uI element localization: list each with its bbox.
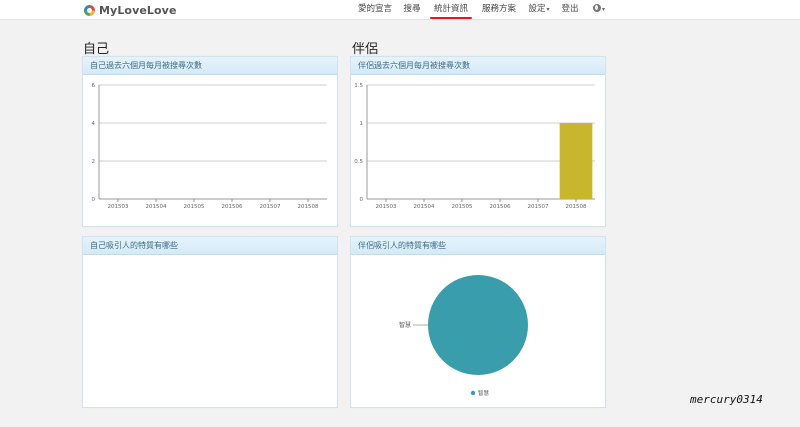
x-tick-label: 201507 bbox=[528, 204, 549, 210]
self-traits-panel: 自己吸引人的特質有哪些 bbox=[82, 236, 338, 408]
y-tick-label: 0.5 bbox=[354, 159, 363, 165]
brand-name: MyLoveLove bbox=[99, 3, 177, 17]
y-tick-label: 1.5 bbox=[354, 83, 363, 89]
nav-item-declaration[interactable]: 愛的宣言 bbox=[355, 0, 395, 20]
x-tick-label: 201504 bbox=[414, 204, 435, 210]
nav-item-settings[interactable]: 設定▾ bbox=[526, 0, 552, 20]
y-tick-label: 4 bbox=[92, 121, 96, 127]
brand-logo-icon bbox=[84, 4, 95, 16]
partner-traits-panel: 伴侶吸引人的特質有哪些 智慧 智慧 bbox=[350, 236, 606, 408]
y-tick-label: 1 bbox=[360, 121, 364, 127]
x-tick-label: 201506 bbox=[222, 204, 243, 210]
x-tick-label: 201505 bbox=[452, 204, 473, 210]
panel-title: 自己吸引人的特質有哪些 bbox=[83, 237, 337, 255]
x-tick-label: 201503 bbox=[376, 204, 397, 210]
nav-item-label: 服務方案 bbox=[481, 4, 516, 14]
nav-item-plans[interactable]: 服務方案 bbox=[478, 0, 520, 20]
top-navbar: MyLoveLove 愛的宣言 搜尋 統計資訊 服務方案 設定▾ 登出 ▾ bbox=[0, 0, 800, 20]
x-tick-label: 201507 bbox=[260, 204, 281, 210]
nav-item-label: 搜尋 bbox=[403, 4, 421, 14]
pie-slice-label: 智慧 bbox=[399, 321, 411, 329]
x-tick-label: 201505 bbox=[184, 204, 205, 210]
nav-item-label: 設定 bbox=[528, 4, 546, 14]
x-tick-label: 201508 bbox=[298, 204, 319, 210]
legend-swatch bbox=[470, 390, 476, 396]
x-tick-label: 201503 bbox=[108, 204, 129, 210]
nav-item-logout[interactable]: 登出 bbox=[558, 0, 582, 20]
nav-item-label: 登出 bbox=[561, 4, 579, 14]
nav-item-label: 統計資訊 bbox=[433, 4, 468, 14]
bar bbox=[559, 123, 593, 199]
y-tick-label: 0 bbox=[360, 197, 364, 203]
chevron-down-icon: ▾ bbox=[601, 6, 605, 13]
nav-item-label: 愛的宣言 bbox=[357, 4, 392, 14]
y-tick-label: 6 bbox=[92, 83, 96, 89]
y-tick-label: 0 bbox=[92, 197, 96, 203]
panel-title: 伴侶過去六個月每月被搜尋次數 bbox=[351, 57, 605, 75]
nav-item-search[interactable]: 搜尋 bbox=[400, 0, 424, 20]
pie-slice bbox=[428, 275, 528, 375]
panel-title: 自己過去六個月每月被搜尋次數 bbox=[83, 57, 337, 75]
nav-item-language[interactable]: ▾ bbox=[588, 0, 610, 20]
x-tick-label: 201506 bbox=[490, 204, 511, 210]
partner-search-chart-panel: 伴侶過去六個月每月被搜尋次數 0 0.5 1 1.5 201503 201504 20150… bbox=[350, 56, 606, 227]
legend-label: 智慧 bbox=[478, 389, 490, 397]
chevron-down-icon: ▾ bbox=[546, 6, 550, 13]
x-tick-label: 201504 bbox=[146, 204, 167, 210]
globe-icon bbox=[592, 4, 601, 12]
partner-search-bar-chart: 0 0.5 1 1.5 201503 201504 201505 201506 201507 20… bbox=[354, 83, 595, 210]
brand[interactable]: MyLoveLove bbox=[84, 2, 177, 18]
panel-title: 伴侶吸引人的特質有哪些 bbox=[351, 237, 605, 255]
self-search-chart-panel: 自己過去六個月每月被搜尋次數 0 2 4 6 201503 201504 201505 201… bbox=[82, 56, 338, 227]
watermark: mercury0314 bbox=[690, 393, 763, 406]
y-tick-label: 2 bbox=[92, 159, 96, 165]
partner-traits-pie-chart: 智慧智慧 bbox=[399, 275, 528, 397]
x-tick-label: 201508 bbox=[566, 204, 587, 210]
section-title-self: 自己 bbox=[83, 42, 110, 57]
self-search-bar-chart: 0 2 4 6 201503 201504 201505 201506 201507 201508 bbox=[92, 83, 327, 210]
nav-item-statistics[interactable]: 統計資訊 bbox=[430, 0, 472, 20]
section-title-partner: 伴侶 bbox=[352, 42, 379, 57]
